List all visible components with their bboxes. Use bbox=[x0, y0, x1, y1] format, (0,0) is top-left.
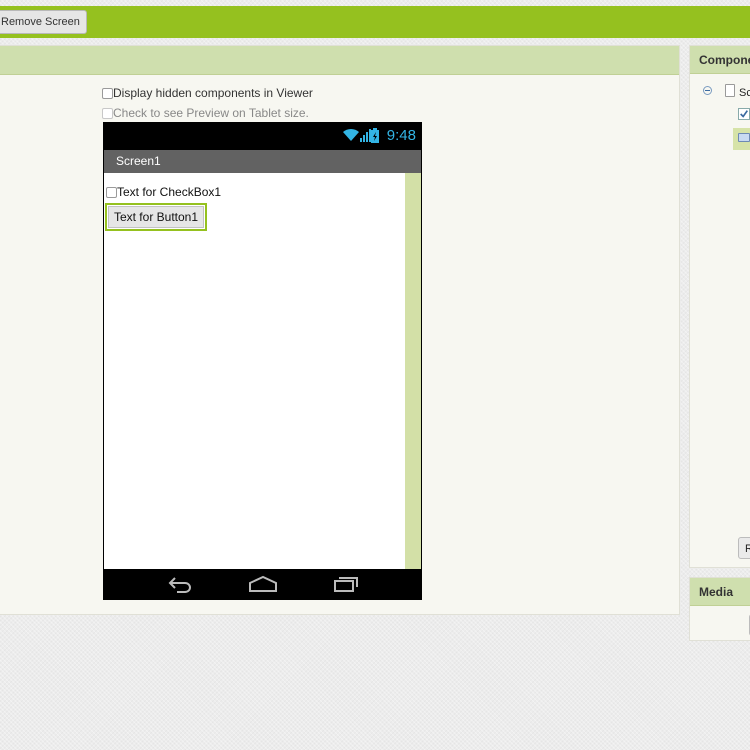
recent-apps-icon[interactable] bbox=[333, 575, 361, 593]
checkbox1-component[interactable]: Text for CheckBox1 bbox=[106, 185, 221, 199]
button1-component[interactable]: Text for Button1 bbox=[105, 203, 207, 231]
phone-screen[interactable]: Text for CheckBox1 Text for Button1 bbox=[104, 173, 421, 569]
checkbox1-box[interactable] bbox=[106, 187, 117, 198]
checkbox1-label: Text for CheckBox1 bbox=[117, 185, 222, 199]
display-hidden-option[interactable]: Display hidden components in Viewer bbox=[102, 86, 313, 100]
back-icon[interactable] bbox=[167, 575, 193, 593]
screen-title: Screen1 bbox=[116, 154, 161, 168]
media-panel: Media bbox=[689, 577, 750, 641]
status-bar: 9:48 bbox=[103, 122, 422, 150]
button1-label[interactable]: Text for Button1 bbox=[108, 206, 204, 228]
media-header: Media bbox=[690, 578, 750, 606]
viewer-header bbox=[0, 46, 679, 75]
tree-screen-label[interactable]: Sc bbox=[739, 87, 750, 99]
components-header: Compone bbox=[690, 46, 750, 74]
tablet-preview-label: Check to see Preview on Tablet size. bbox=[113, 106, 309, 120]
checkbox-component-icon[interactable] bbox=[738, 108, 750, 120]
display-hidden-label: Display hidden components in Viewer bbox=[113, 86, 313, 100]
wifi-icon bbox=[343, 128, 359, 141]
android-nav-bar bbox=[103, 569, 422, 600]
battery-icon bbox=[371, 128, 379, 143]
status-time: 9:48 bbox=[386, 127, 416, 144]
tree-item-button1[interactable] bbox=[733, 128, 750, 150]
display-hidden-checkbox[interactable] bbox=[102, 88, 113, 99]
button-component-icon bbox=[738, 133, 750, 142]
screen-scroll-strip bbox=[405, 173, 421, 569]
phone-preview: 9:48 Screen1 Text for CheckBox1 Text for… bbox=[103, 122, 422, 600]
components-panel: Compone Sc R bbox=[689, 45, 750, 568]
screen-title-bar: Screen1 bbox=[104, 150, 421, 173]
collapse-icon[interactable] bbox=[703, 86, 712, 95]
screen-icon bbox=[725, 84, 735, 97]
components-title: Compone bbox=[699, 53, 750, 67]
top-toolbar: Remove Screen bbox=[0, 6, 750, 38]
rename-button[interactable]: R bbox=[738, 537, 750, 559]
tablet-preview-option[interactable]: Check to see Preview on Tablet size. bbox=[102, 106, 309, 120]
remove-screen-button[interactable]: Remove Screen bbox=[0, 10, 87, 34]
home-icon[interactable] bbox=[248, 575, 278, 593]
viewer-panel: Display hidden components in Viewer Chec… bbox=[0, 45, 680, 615]
media-title: Media bbox=[699, 585, 734, 599]
tablet-preview-checkbox[interactable] bbox=[102, 108, 113, 119]
